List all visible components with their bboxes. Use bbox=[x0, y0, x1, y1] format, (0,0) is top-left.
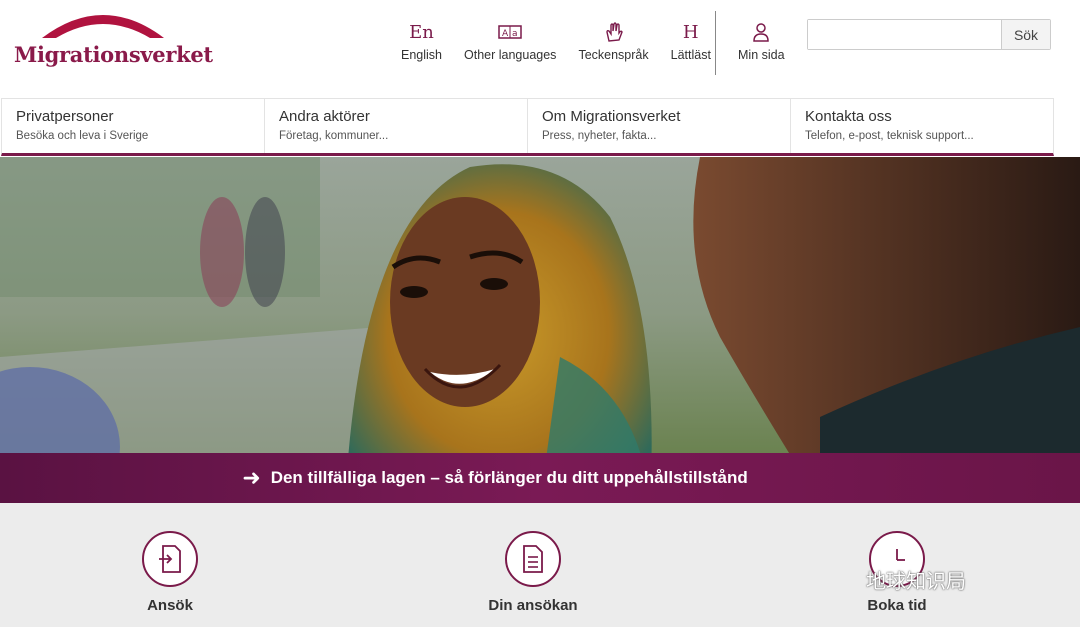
tile-label: Boka tid bbox=[867, 597, 927, 614]
document-arrow-icon bbox=[142, 531, 198, 587]
nav-title: Om Migrationsverket bbox=[542, 108, 681, 125]
nav-subtitle: Telefon, e-post, teknisk support... bbox=[805, 130, 974, 142]
quick-link-din-ansokan[interactable]: Din ansökan bbox=[443, 531, 623, 614]
tile-label: Din ansökan bbox=[488, 597, 578, 614]
migrationsverket-logo[interactable]: Migrationsverket bbox=[14, 6, 213, 72]
svg-text:a: a bbox=[512, 29, 518, 39]
my-page-link[interactable]: Min sida bbox=[727, 20, 796, 62]
search-box: Sök bbox=[807, 19, 1051, 50]
main-navigation: Privatpersoner Besöka och leva i Sverige… bbox=[1, 98, 1054, 156]
language-tools: En English Aa Other languages Teckensprå… bbox=[390, 20, 722, 80]
wechat-watermark: 地球知识局 bbox=[866, 569, 966, 593]
tool-sign-language[interactable]: Teckenspråk bbox=[567, 20, 659, 80]
tool-label: Teckenspråk bbox=[578, 48, 649, 62]
tile-label: Ansök bbox=[147, 597, 193, 614]
user-icon bbox=[751, 20, 771, 44]
nav-item-andra-aktorer[interactable]: Andra aktörer Företag, kommuner... bbox=[265, 99, 528, 153]
hero-photo-illustration bbox=[0, 157, 1080, 503]
document-lines-icon bbox=[505, 531, 561, 587]
tool-easy-read[interactable]: H Lättläst bbox=[660, 20, 722, 80]
nav-item-kontakta-oss[interactable]: Kontakta oss Telefon, e-post, teknisk su… bbox=[791, 99, 1053, 153]
logo-arc-icon bbox=[42, 15, 164, 38]
nav-subtitle: Besöka och leva i Sverige bbox=[16, 130, 149, 142]
nav-item-privatpersoner[interactable]: Privatpersoner Besöka och leva i Sverige bbox=[2, 99, 265, 153]
hand-sign-icon bbox=[603, 20, 625, 44]
quick-link-ansok[interactable]: Ansök bbox=[80, 531, 260, 614]
search-button[interactable]: Sök bbox=[1001, 20, 1050, 49]
nav-subtitle: Press, nyheter, fakta... bbox=[542, 130, 657, 142]
nav-title: Andra aktörer bbox=[279, 108, 370, 125]
language-translate-icon: Aa bbox=[498, 20, 522, 44]
banner-text: Den tillfälliga lagen – så förlänger du … bbox=[270, 468, 748, 487]
search-input[interactable] bbox=[808, 20, 1001, 49]
my-page-label: Min sida bbox=[738, 48, 785, 62]
tool-other-languages[interactable]: Aa Other languages bbox=[453, 20, 567, 80]
en-letters-icon: En bbox=[409, 21, 434, 43]
nav-title: Kontakta oss bbox=[805, 108, 892, 125]
h-letter-icon: H bbox=[682, 21, 699, 43]
logo-text: Migrationsverket bbox=[14, 42, 213, 67]
tool-label: Other languages bbox=[464, 48, 557, 62]
header-divider bbox=[715, 11, 716, 75]
hero-image bbox=[0, 157, 1080, 503]
nav-subtitle: Företag, kommuner... bbox=[279, 130, 389, 142]
arrow-right-icon: ➜ bbox=[242, 465, 261, 490]
nav-item-om-migrationsverket[interactable]: Om Migrationsverket Press, nyheter, fakt… bbox=[528, 99, 791, 153]
tool-label: English bbox=[401, 48, 442, 62]
tool-label: Lättläst bbox=[670, 48, 711, 62]
announcement-banner[interactable]: ➜ Den tillfälliga lagen – så förlänger d… bbox=[0, 453, 1080, 503]
tool-english[interactable]: En English bbox=[390, 20, 453, 80]
svg-text:A: A bbox=[502, 29, 509, 39]
nav-title: Privatpersoner bbox=[16, 108, 114, 125]
site-header: Migrationsverket En English Aa Other lan… bbox=[0, 0, 1080, 98]
